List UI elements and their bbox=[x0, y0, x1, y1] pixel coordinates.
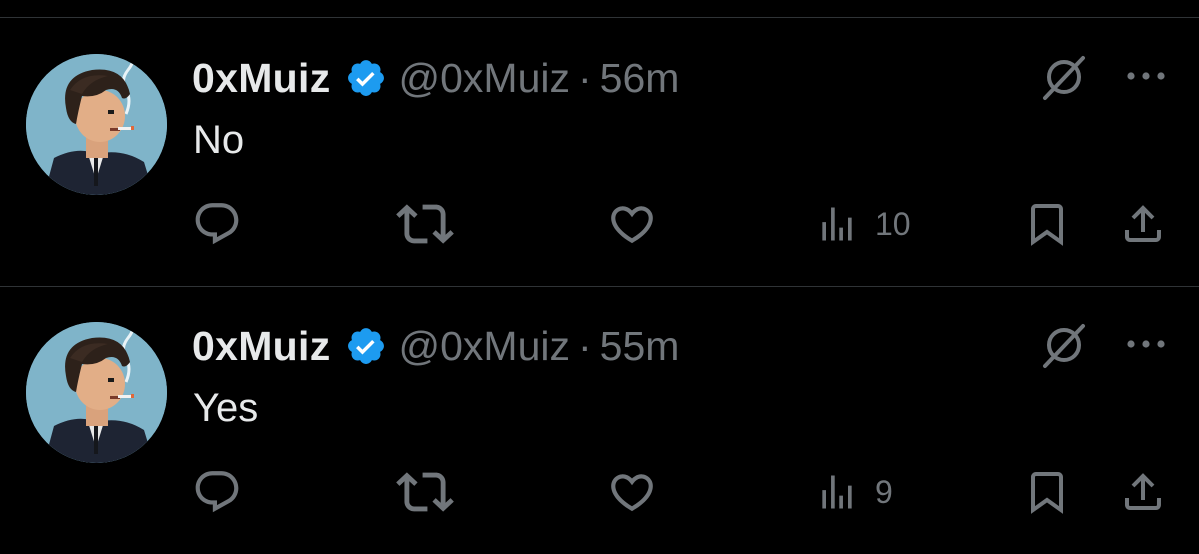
display-name[interactable]: 0xMuiz bbox=[192, 323, 331, 370]
post-text: No bbox=[193, 118, 245, 162]
bookmark-button[interactable] bbox=[1023, 464, 1071, 520]
avatar[interactable] bbox=[26, 54, 167, 195]
repost-icon bbox=[396, 204, 454, 244]
pixel-art-avatar bbox=[26, 322, 167, 463]
like-icon bbox=[611, 206, 653, 244]
reply-button[interactable] bbox=[192, 464, 242, 520]
views-button[interactable]: 10 bbox=[815, 196, 911, 252]
share-button[interactable] bbox=[1119, 196, 1167, 252]
repost-button[interactable] bbox=[396, 196, 454, 252]
post-header: 0xMuiz @0xMuiz · 56m bbox=[192, 52, 679, 104]
like-icon bbox=[611, 474, 653, 512]
views-button[interactable]: 9 bbox=[815, 464, 893, 520]
reply-button[interactable] bbox=[192, 196, 242, 252]
bookmark-icon bbox=[1031, 472, 1063, 514]
verified-badge-icon[interactable] bbox=[345, 325, 387, 367]
post-divider bbox=[0, 286, 1199, 287]
display-name[interactable]: 0xMuiz bbox=[192, 55, 331, 102]
more-options-icon[interactable] bbox=[1123, 328, 1169, 360]
reply-icon bbox=[195, 203, 239, 245]
action-bar: 9 bbox=[0, 464, 1199, 520]
like-button[interactable] bbox=[607, 196, 657, 252]
bookmark-icon bbox=[1031, 204, 1063, 246]
like-button[interactable] bbox=[607, 464, 657, 520]
separator-dot: · bbox=[578, 322, 592, 369]
reply-icon bbox=[195, 471, 239, 513]
views-icon bbox=[822, 475, 852, 509]
share-icon bbox=[1125, 473, 1161, 510]
verified-badge-icon[interactable] bbox=[345, 57, 387, 99]
more-options-icon[interactable] bbox=[1123, 60, 1169, 92]
views-icon bbox=[822, 207, 852, 241]
views-count: 9 bbox=[875, 473, 893, 510]
author-handle[interactable]: @0xMuiz bbox=[399, 55, 571, 102]
share-icon bbox=[1125, 205, 1161, 242]
post-header: 0xMuiz @0xMuiz · 55m bbox=[192, 320, 679, 372]
post-timestamp[interactable]: 56m bbox=[600, 55, 680, 102]
post-text: Yes bbox=[193, 386, 259, 430]
repost-button[interactable] bbox=[396, 464, 454, 520]
views-count: 10 bbox=[875, 205, 911, 242]
separator-dot: · bbox=[578, 54, 592, 101]
repost-icon bbox=[396, 472, 454, 512]
post[interactable]: 0xMuiz @0xMuiz · 56m No 10 bbox=[0, 18, 1199, 286]
share-button[interactable] bbox=[1119, 464, 1167, 520]
grok-icon[interactable] bbox=[1039, 52, 1089, 102]
post[interactable]: 0xMuiz @0xMuiz · 55m Yes 9 bbox=[0, 286, 1199, 554]
bookmark-button[interactable] bbox=[1023, 196, 1071, 252]
avatar[interactable] bbox=[26, 322, 167, 463]
action-bar: 10 bbox=[0, 196, 1199, 252]
grok-icon[interactable] bbox=[1039, 320, 1089, 370]
post-timestamp[interactable]: 55m bbox=[600, 323, 680, 370]
author-handle[interactable]: @0xMuiz bbox=[399, 323, 571, 370]
pixel-art-avatar bbox=[26, 54, 167, 195]
